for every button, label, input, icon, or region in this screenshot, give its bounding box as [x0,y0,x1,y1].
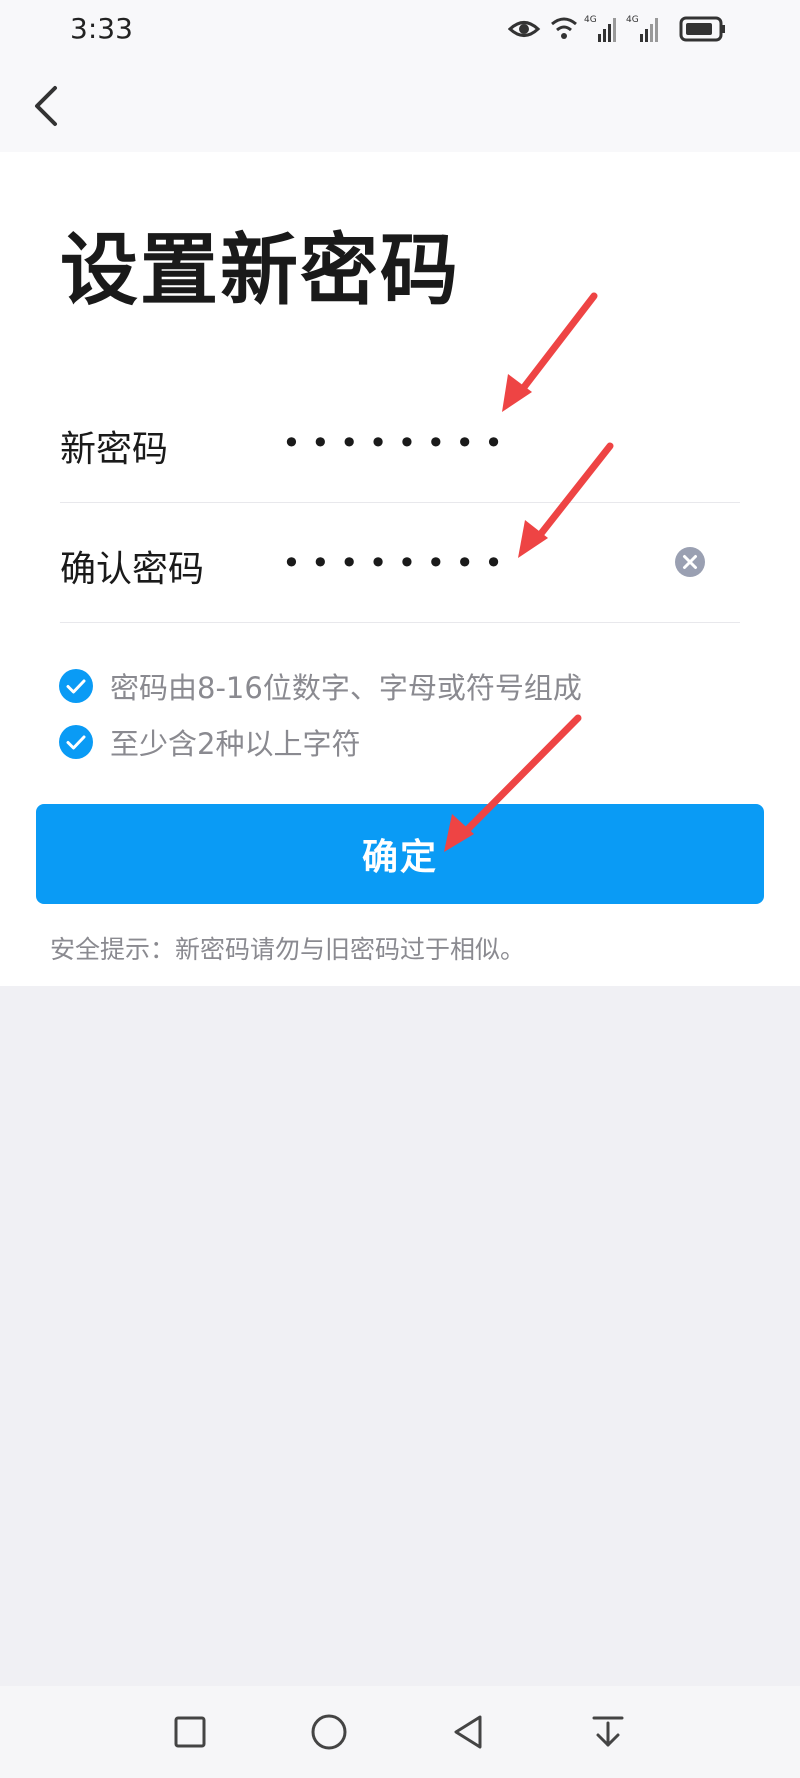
square-icon [174,1716,206,1748]
network-label-2: 4G [626,15,639,25]
recents-button[interactable] [166,1708,214,1756]
new-password-row: 新密码 [60,382,740,503]
check-circle-icon [59,669,93,703]
eye-icon [508,21,541,37]
notification-button[interactable] [584,1708,632,1756]
check-circle-icon [59,725,93,759]
notification-down-icon [592,1716,624,1747]
circle-icon [311,1714,347,1750]
page-title: 设置新密码 [60,226,461,316]
rule-text: 至少含2种以上字符 [110,727,361,761]
new-password-label: 新密码 [60,429,169,470]
confirm-password-input[interactable] [280,534,644,592]
status-time: 3:33 [70,12,133,45]
confirm-password-row: 确认密码 [60,502,740,623]
rule-item: 密码由8-16位数字、字母或符号组成 [58,668,582,705]
system-nav-bar [0,1686,800,1778]
wifi-icon [551,17,577,39]
status-icons: 4G 4G [508,15,725,42]
signal-icon: 4G [626,15,658,42]
confirm-password-label: 确认密码 [60,549,205,590]
chevron-left-icon [35,86,57,126]
signal-icon: 4G [584,15,616,42]
new-password-input[interactable] [280,414,644,472]
triangle-back-icon [454,1715,482,1749]
security-tip: 安全提示：新密码请勿与旧密码过于相似。 [50,935,526,964]
confirm-button[interactable]: 确定 [36,804,764,904]
back-nav-button[interactable] [444,1708,492,1756]
back-button[interactable] [18,78,74,134]
network-label-1: 4G [584,15,597,25]
rule-item: 至少含2种以上字符 [58,724,361,761]
rule-text: 密码由8-16位数字、字母或符号组成 [110,671,582,705]
close-circle-icon[interactable] [674,546,706,578]
battery-icon [679,16,725,42]
home-button[interactable] [305,1708,353,1756]
